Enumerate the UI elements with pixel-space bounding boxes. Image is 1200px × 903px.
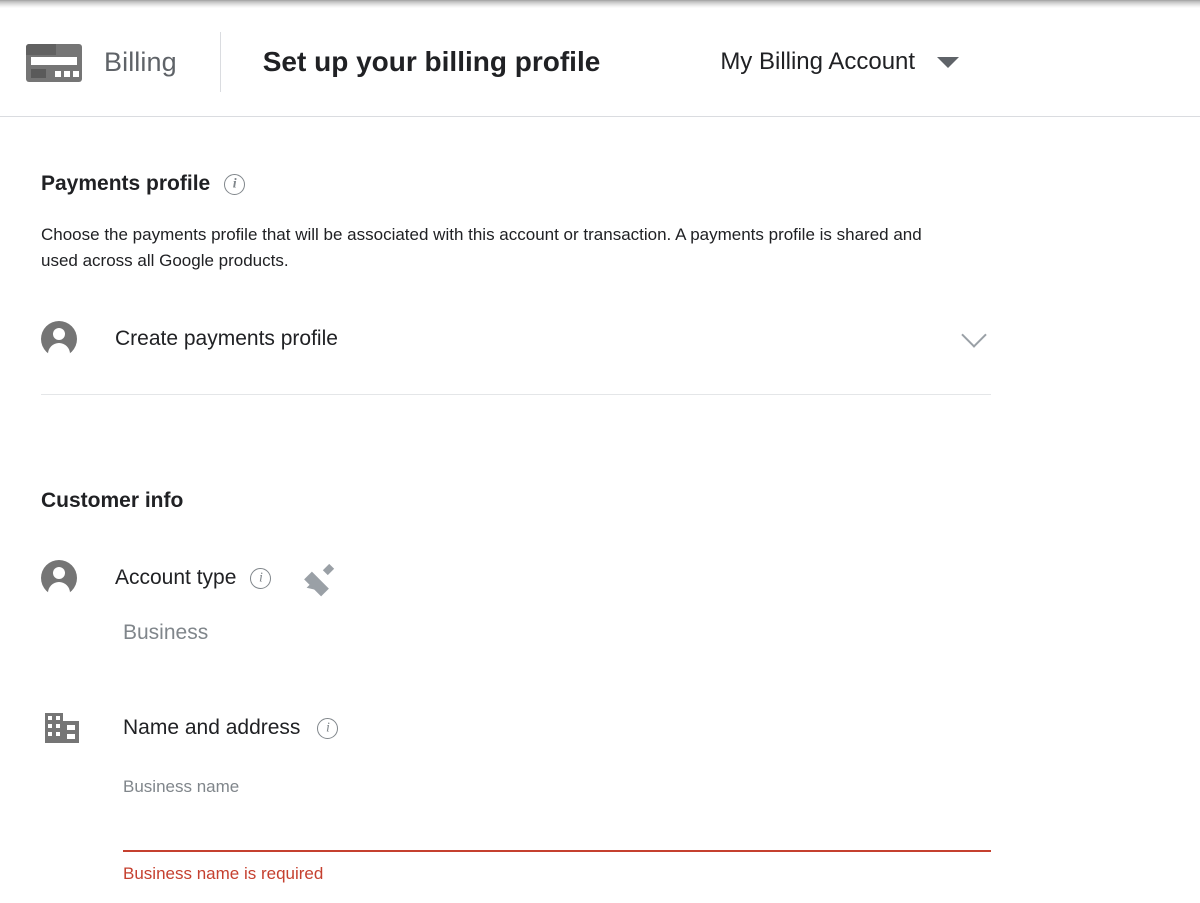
- business-name-placeholder: Business name: [123, 777, 240, 796]
- info-icon[interactable]: i: [317, 717, 339, 739]
- account-type-value: Business: [123, 621, 209, 644]
- customer-info-title: Customer info: [41, 489, 184, 512]
- business-name-underline: [123, 850, 991, 852]
- info-icon-glyph: i: [232, 176, 237, 192]
- account-type-row: Account type i: [41, 560, 335, 597]
- account-type-label: Account type: [115, 566, 237, 589]
- business-name-field[interactable]: Business name: [123, 777, 991, 797]
- payments-profile-section-heading: Payments profile i: [41, 172, 246, 196]
- billing-setup-page: Billing Set up your billing profile My B…: [0, 0, 1200, 903]
- info-icon[interactable]: i: [224, 173, 246, 195]
- brand-label: Billing: [104, 46, 177, 77]
- section-divider: [41, 394, 991, 395]
- app-header: Billing Set up your billing profile My B…: [0, 8, 1200, 117]
- credit-card-icon: [26, 42, 82, 82]
- header-divider: [219, 32, 221, 92]
- payments-profile-title-row: Payments profile i: [41, 172, 246, 196]
- payments-profile-helper-text: Choose the payments profile that will be…: [41, 225, 922, 271]
- building-icon: [45, 713, 79, 743]
- account-picker[interactable]: My Billing Account: [720, 48, 960, 76]
- info-icon[interactable]: i: [250, 567, 272, 589]
- name-and-address-row: Name and address i: [45, 713, 339, 743]
- person-avatar-icon: [41, 321, 77, 357]
- chevron-down-icon[interactable]: [961, 322, 987, 348]
- page-title: Set up your billing profile: [262, 46, 601, 77]
- info-icon-glyph: i: [258, 570, 263, 586]
- account-name-label: My Billing Account: [720, 48, 916, 75]
- person-avatar-icon: [41, 560, 77, 596]
- business-name-error: Business name is required: [123, 864, 324, 883]
- name-and-address-label: Name and address: [123, 716, 301, 739]
- pencil-edit-icon[interactable]: [304, 563, 335, 597]
- info-icon-glyph: i: [325, 720, 330, 736]
- payments-profile-title: Payments profile: [41, 172, 211, 195]
- top-shadow: [0, 0, 1200, 8]
- create-payments-profile-label: Create payments profile: [115, 327, 338, 350]
- brand-area[interactable]: Billing: [26, 42, 177, 82]
- caret-down-icon: [937, 56, 960, 68]
- create-payments-profile-row[interactable]: Create payments profile: [41, 321, 991, 357]
